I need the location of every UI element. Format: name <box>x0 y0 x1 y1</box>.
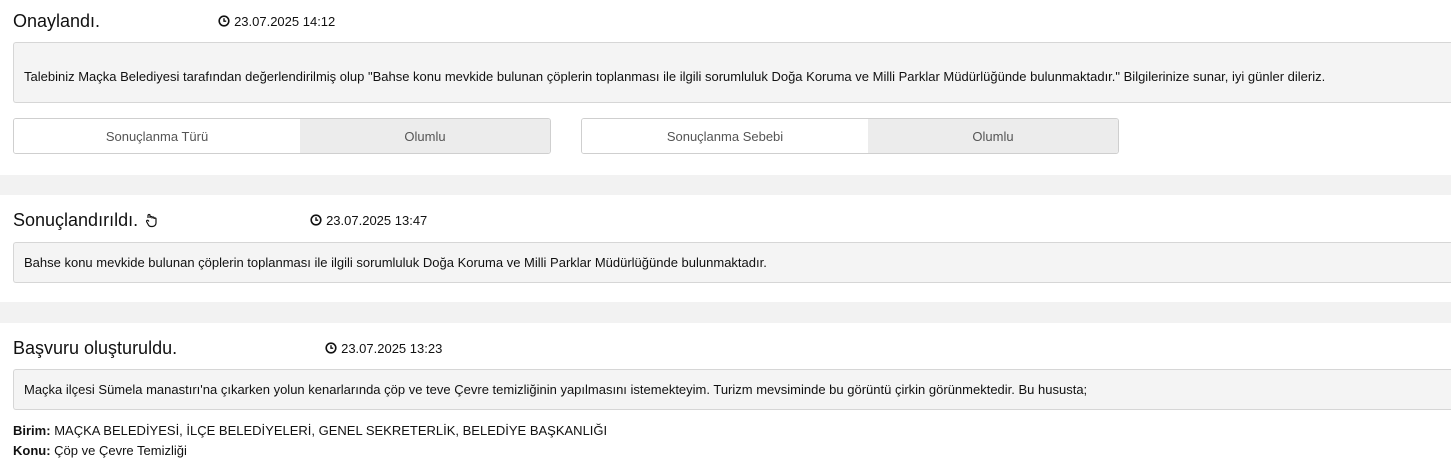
message-box: Maçka ilçesi Sümela manastırı'na çıkarke… <box>13 369 1451 410</box>
redacted-area <box>188 323 264 337</box>
status-title: Başvuru oluşturuldu. <box>13 337 178 358</box>
entry-header: Başvuru oluşturuldu. 23.07.2025 13:23 <box>13 337 442 359</box>
status-title: Sonuçlandırıldı. <box>13 209 139 230</box>
timeline-entry-approved: Onaylandı. 23.07.2025 14:12 Talebiniz Ma… <box>0 0 1451 175</box>
subject-value: Çöp ve Çevre Temizliği <box>54 443 187 458</box>
message-text: Bahse konu mevkide bulunan çöplerin topl… <box>24 255 767 270</box>
timestamp: 23.07.2025 14:12 <box>218 14 335 29</box>
entry-header: Onaylandı. 23.07.2025 14:12 <box>13 10 335 32</box>
timestamp-text: 23.07.2025 13:47 <box>326 212 428 228</box>
result-type-label: Sonuçlanma Türü <box>14 119 300 153</box>
unit-value: MAÇKA BELEDİYESİ, İLÇE BELEDİYELERİ, GEN… <box>54 423 608 438</box>
message-text: Maçka ilçesi Sümela manastırı'na çıkarke… <box>24 382 1088 397</box>
timestamp: 23.07.2025 13:47 <box>310 213 427 228</box>
subject-label: Konu: <box>13 443 51 458</box>
timestamp-text: 23.07.2025 14:12 <box>234 13 336 29</box>
result-reason-group: Sonuçlanma Sebebi Olumlu <box>581 118 1119 154</box>
clock-icon <box>218 15 230 27</box>
clock-icon <box>325 342 337 354</box>
timestamp: 23.07.2025 13:23 <box>325 341 442 356</box>
subject-line: Konu: Çöp ve Çevre Temizliği <box>13 443 187 458</box>
result-reason-value: Olumlu <box>868 119 1118 153</box>
message-text: Talebiniz Maçka Belediyesi tarafından de… <box>24 69 1326 84</box>
application-timeline: Onaylandı. 23.07.2025 14:12 Talebiniz Ma… <box>0 0 1451 476</box>
message-box: Bahse konu mevkide bulunan çöplerin topl… <box>13 242 1451 283</box>
clock-icon <box>310 214 322 226</box>
message-box: Talebiniz Maçka Belediyesi tarafından de… <box>13 42 1451 103</box>
hand-pointer-icon <box>146 213 157 228</box>
timeline-entry-concluded: Sonuçlandırıldı. 23.07.2025 13:47 Bahse … <box>0 195 1451 302</box>
redacted-user <box>100 10 219 32</box>
unit-label: Birim: <box>13 423 51 438</box>
result-type-value: Olumlu <box>300 119 550 153</box>
status-title: Onaylandı. <box>13 10 101 31</box>
timeline-entry-created: Başvuru oluşturuldu. 23.07.2025 13:23 Ma… <box>0 323 1451 476</box>
redacted-user <box>177 337 326 359</box>
result-type-group: Sonuçlanma Türü Olumlu <box>13 118 551 154</box>
timestamp-text: 23.07.2025 13:23 <box>341 340 443 356</box>
result-reason-label: Sonuçlanma Sebebi <box>582 119 868 153</box>
unit-line: Birim: MAÇKA BELEDİYESİ, İLÇE BELEDİYELE… <box>13 423 607 438</box>
